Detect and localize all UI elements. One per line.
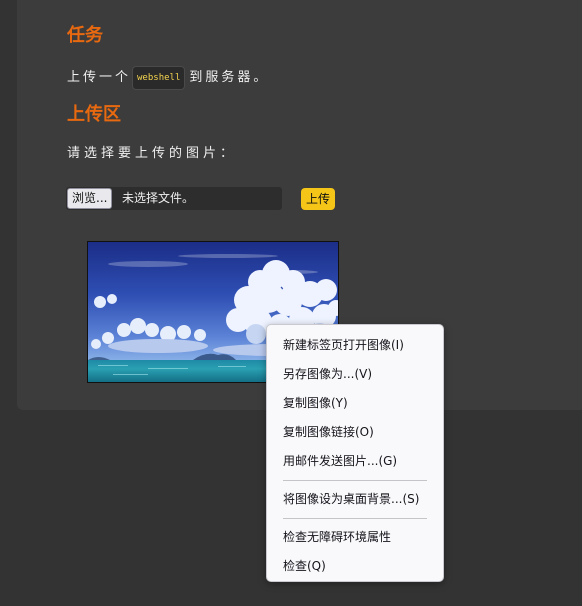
menu-set-desktop-background[interactable]: 将图像设为桌面背景...(S)	[267, 485, 443, 514]
menu-separator	[283, 480, 427, 481]
task-description-end: 到服务器。	[189, 70, 270, 85]
file-input[interactable]: 浏览... 未选择文件。	[66, 187, 282, 210]
task-description: 上传一个 webshell 到服务器。	[67, 66, 269, 90]
webshell-code-tag: webshell	[132, 66, 186, 90]
upload-prompt: 请选择要上传的图片：	[67, 146, 238, 161]
upload-submit-button[interactable]: 上传	[301, 188, 335, 210]
menu-inspect-accessibility[interactable]: 检查无障碍环境属性	[267, 523, 443, 552]
browse-button[interactable]: 浏览...	[67, 188, 113, 209]
menu-separator	[283, 518, 427, 519]
task-description-text: 上传一个	[67, 70, 132, 85]
upload-heading: 上传区	[67, 104, 121, 125]
menu-email-image[interactable]: 用邮件发送图片...(G)	[267, 447, 443, 476]
menu-copy-image[interactable]: 复制图像(Y)	[267, 389, 443, 418]
menu-inspect[interactable]: 检查(Q)	[267, 552, 443, 581]
image-context-menu: 新建标签页打开图像(I) 另存图像为...(V) 复制图像(Y) 复制图像链接(…	[266, 324, 444, 582]
file-status-text: 未选择文件。	[122, 191, 195, 205]
menu-open-image-new-tab[interactable]: 新建标签页打开图像(I)	[267, 331, 443, 360]
menu-copy-image-link[interactable]: 复制图像链接(O)	[267, 418, 443, 447]
task-heading: 任务	[67, 25, 103, 46]
menu-save-image-as[interactable]: 另存图像为...(V)	[267, 360, 443, 389]
